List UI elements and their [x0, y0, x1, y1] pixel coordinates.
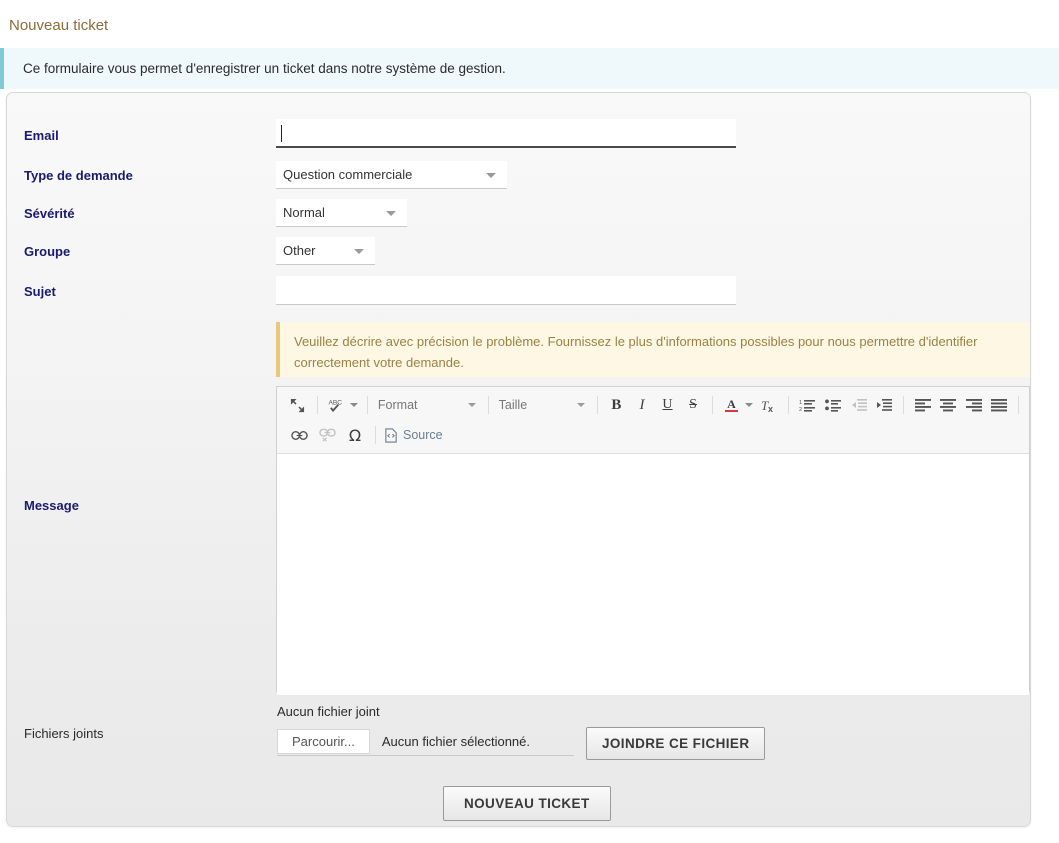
chevron-down-icon[interactable] — [350, 403, 358, 407]
toolbar-separator — [787, 396, 789, 414]
toolbar-separator — [1018, 396, 1019, 414]
chevron-down-icon — [576, 403, 585, 407]
chevron-down-icon — [486, 172, 496, 178]
editor-toolbar-row-2: Ω Source — [285, 420, 1025, 450]
text-color-icon[interactable]: A — [720, 393, 744, 417]
chevron-down-icon — [354, 248, 364, 254]
align-left-icon[interactable] — [911, 393, 935, 417]
toolbar-separator — [487, 396, 489, 414]
label-request-type: Type de demande — [24, 168, 133, 183]
size-combo[interactable]: Taille — [495, 393, 591, 417]
browse-button[interactable]: Parcourir... — [277, 729, 370, 754]
severity-select[interactable]: Normal — [276, 199, 407, 227]
underline-icon[interactable]: U — [656, 393, 680, 417]
label-severity: Sévérité — [24, 206, 75, 221]
toolbar-separator — [367, 396, 368, 414]
info-alert: Ce formulaire vous permet d'enregistrer … — [0, 48, 1059, 89]
svg-text:2: 2 — [799, 407, 802, 412]
editor-content-area[interactable] — [277, 454, 1029, 695]
align-right-icon[interactable] — [962, 393, 986, 417]
subject-input[interactable] — [276, 276, 736, 305]
maximize-icon[interactable] — [286, 393, 310, 417]
no-attachment-text: Aucun fichier joint — [277, 704, 380, 719]
bulleted-list-icon[interactable] — [821, 393, 845, 417]
label-message: Message — [24, 498, 79, 513]
page-title: Nouveau ticket — [9, 17, 109, 34]
text-caret — [281, 125, 282, 142]
toolbar-separator — [596, 396, 598, 414]
group-value: Other — [283, 243, 316, 258]
toolbar-separator — [375, 426, 376, 444]
align-center-icon[interactable] — [936, 393, 960, 417]
severity-value: Normal — [283, 205, 325, 220]
format-combo-label: Format — [377, 398, 418, 412]
svg-text:ABC: ABC — [328, 399, 342, 406]
toolbar-separator — [316, 396, 318, 414]
chevron-down-icon[interactable] — [745, 403, 754, 407]
request-type-select[interactable]: Question commerciale — [276, 161, 507, 189]
strikethrough-icon[interactable]: S — [681, 393, 705, 417]
size-combo-label: Taille — [498, 398, 528, 412]
indent-icon[interactable] — [872, 393, 896, 417]
group-select[interactable]: Other — [276, 237, 375, 265]
svg-text:x: x — [768, 404, 773, 413]
svg-text:1: 1 — [799, 400, 802, 406]
label-subject: Sujet — [24, 284, 56, 299]
remove-format-icon[interactable]: T x — [757, 393, 781, 417]
toolbar-separator — [711, 396, 713, 414]
request-type-value: Question commerciale — [283, 167, 413, 182]
label-group: Groupe — [24, 244, 71, 259]
label-email: Email — [24, 128, 59, 143]
editor-toolbar-row-1: ABC Format Taille B I U S A T x 1 2 — [285, 390, 1025, 420]
chevron-down-icon — [386, 210, 396, 216]
selected-file-text: Aucun fichier sélectionné. — [381, 734, 531, 749]
file-input-row[interactable]: Parcourir... Aucun fichier sélectionné. — [277, 728, 574, 756]
spellcheck-icon[interactable]: ABC — [324, 393, 348, 417]
numbered-list-icon[interactable]: 1 2 — [796, 393, 820, 417]
unlink-icon[interactable] — [314, 423, 340, 447]
source-button[interactable]: Source — [382, 423, 449, 447]
attach-file-button[interactable]: JOINDRE CE FICHIER — [586, 727, 766, 760]
message-editor[interactable]: ABC Format Taille B I U S A T x 1 2 Ω So… — [276, 386, 1030, 695]
format-combo[interactable]: Format — [374, 393, 482, 417]
message-hint: Veuillez décrire avec précision le probl… — [276, 322, 1030, 377]
editor-toolbar: ABC Format Taille B I U S A T x 1 2 Ω So… — [277, 387, 1029, 454]
label-attachments: Fichiers joints — [24, 726, 104, 741]
source-button-label: Source — [403, 428, 443, 442]
email-input[interactable] — [276, 119, 736, 148]
special-character-icon[interactable]: Ω — [342, 423, 368, 447]
new-ticket-page: Nouveau ticket Ce formulaire vous permet… — [0, 0, 1059, 843]
info-alert-text: Ce formulaire vous permet d'enregistrer … — [23, 61, 506, 76]
toolbar-separator — [902, 396, 904, 414]
chevron-down-icon — [467, 403, 476, 407]
link-icon[interactable] — [286, 423, 312, 447]
submit-ticket-button[interactable]: NOUVEAU TICKET — [443, 786, 611, 821]
bold-icon[interactable]: B — [605, 393, 629, 417]
justify-icon[interactable] — [987, 393, 1011, 417]
italic-icon[interactable]: I — [630, 393, 654, 417]
outdent-icon[interactable] — [847, 393, 871, 417]
